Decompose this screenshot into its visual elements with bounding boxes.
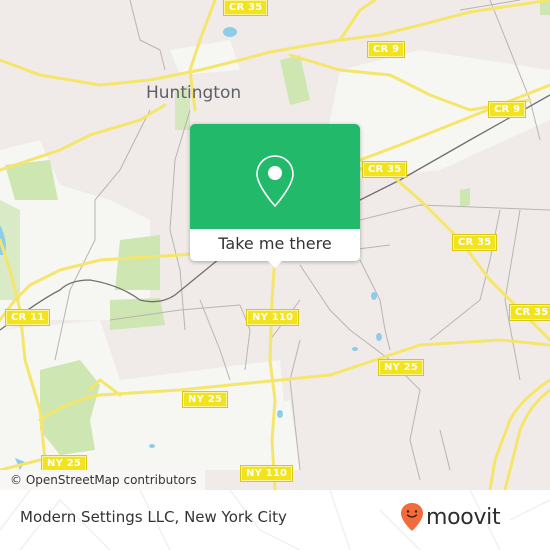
road-shield: NY 25 xyxy=(181,391,229,408)
road-shield: NY 110 xyxy=(245,309,300,326)
road-shield: NY 25 xyxy=(40,455,88,472)
road-shield: NY 25 xyxy=(377,359,425,376)
road-shield: CR 11 xyxy=(4,309,51,326)
take-me-there-button[interactable]: Take me there xyxy=(190,229,360,261)
road-shield: NY 110 xyxy=(239,465,294,482)
road-shield: CR 9 xyxy=(366,41,406,58)
popup-header xyxy=(190,124,360,229)
road-shield: CR 35 xyxy=(451,234,498,251)
map-view[interactable]: Huntington CR 35 CR 9 CR 9 CR 35 CR 35 C… xyxy=(0,0,550,490)
footer-bar: Modern Settings LLC, New York City moovi… xyxy=(0,490,550,550)
moovit-smiley-pin-icon xyxy=(401,503,423,531)
moovit-wordmark: moovit xyxy=(426,504,501,530)
location-popup: Take me there xyxy=(190,124,360,268)
road-shield: CR 9 xyxy=(487,101,527,118)
place-label-huntington: Huntington xyxy=(146,83,242,103)
road-shield: CR 35 xyxy=(508,304,550,321)
popup-pointer xyxy=(267,260,283,268)
map-attribution[interactable]: © OpenStreetMap contributors xyxy=(0,470,205,490)
road-shield: CR 35 xyxy=(361,161,408,178)
map-pin-icon xyxy=(256,155,294,208)
moovit-logo[interactable]: moovit xyxy=(400,502,501,532)
road-shield: CR 35 xyxy=(222,0,269,16)
location-title: Modern Settings LLC, New York City xyxy=(20,508,287,526)
